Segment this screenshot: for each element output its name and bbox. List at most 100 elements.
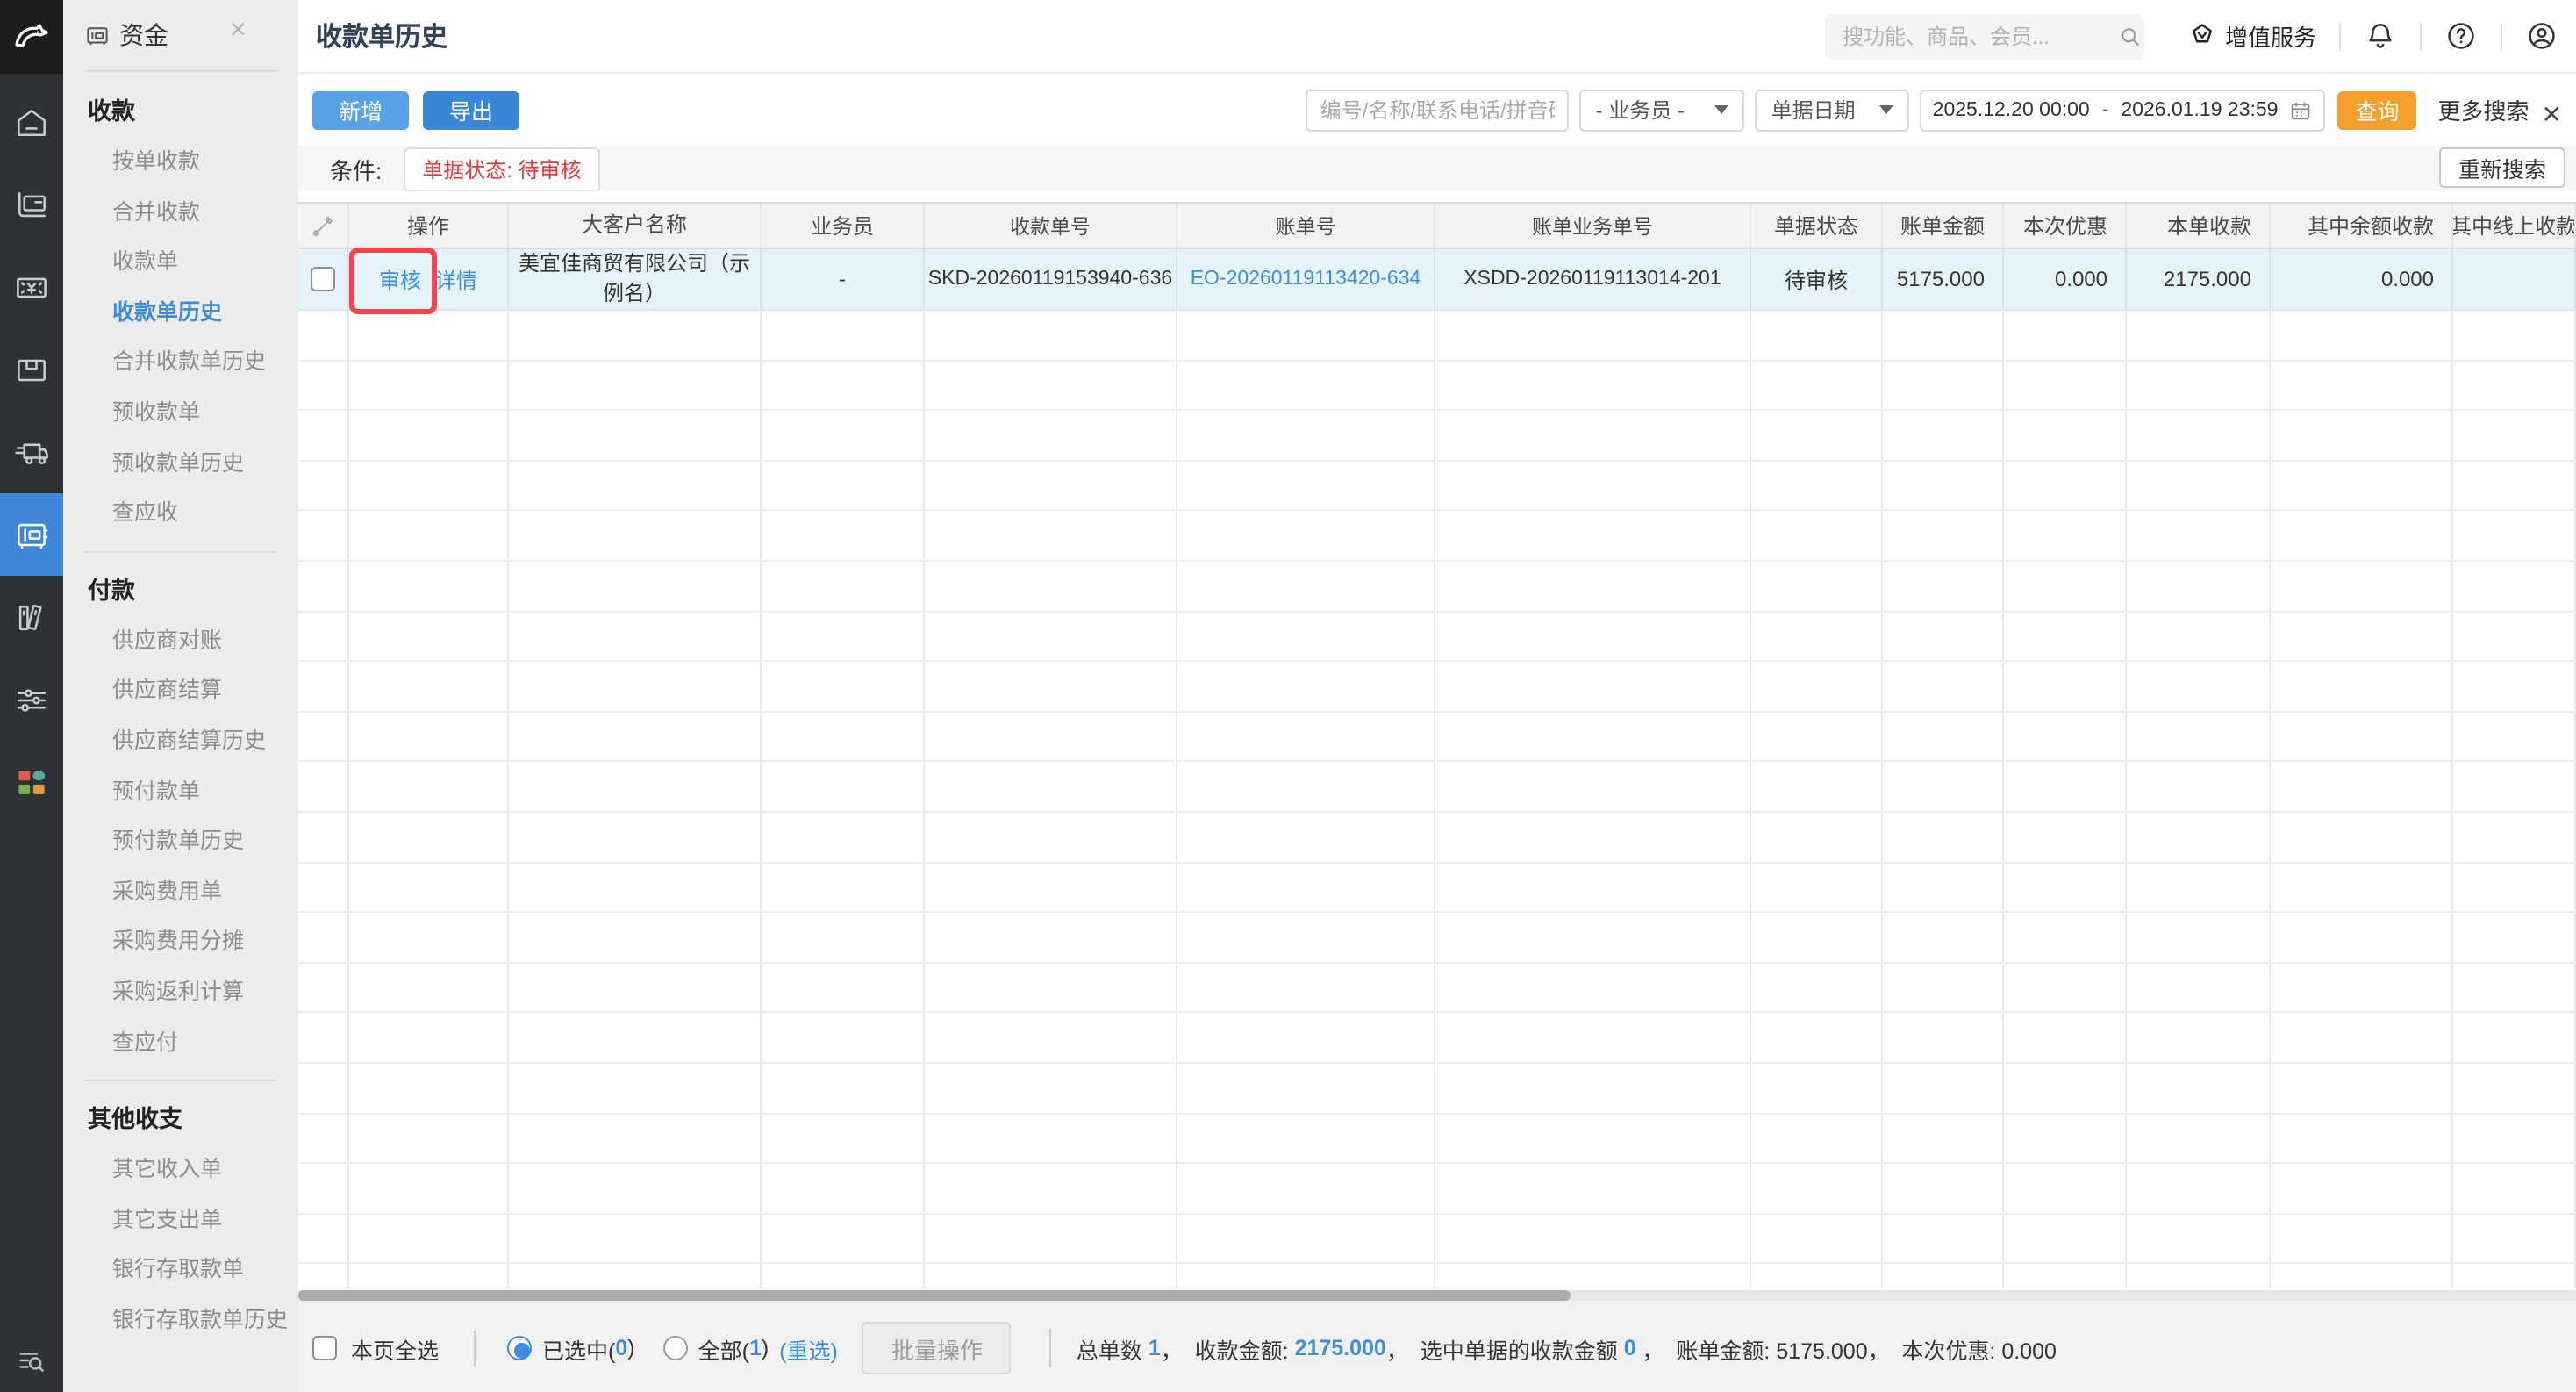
sidebar-item-按单收款[interactable]: 按单收款 xyxy=(63,137,298,187)
checkbox-cell xyxy=(298,249,349,309)
condition-chip[interactable]: 单据状态: 待审核 xyxy=(403,147,601,190)
sidebar-sections: 收款 按单收款 合并收款 收款单 收款单历史 合并收款单历史 预收款单 预收款单历史 查应收 付款… xyxy=(63,72,298,1345)
sidebar-item-银行存取款单[interactable]: 银行存取款单 xyxy=(63,1245,298,1295)
settings-icon[interactable] xyxy=(0,658,63,741)
sidebar-item-预付款单[interactable]: 预付款单 xyxy=(63,766,298,816)
sidebar-item-供应商对账[interactable]: 供应商对账 xyxy=(63,616,298,666)
receipt-history-table: 操作 大客户名称 业务员 收款单号 账单号 账单业务单号 单据状态 账单金额 本次优惠 本单收款其… xyxy=(298,202,2576,1288)
cell-bill_amount: 5175.000 xyxy=(1883,249,2004,309)
date-from[interactable]: 2025.12.20 00:00 xyxy=(1933,99,2090,120)
salesman-select-value: - 业务员 - xyxy=(1595,98,1685,123)
sidebar-item-采购费用单[interactable]: 采购费用单 xyxy=(63,866,298,916)
orders-icon[interactable] xyxy=(0,163,63,246)
date-type-select[interactable]: 单据日期 xyxy=(1755,89,1910,131)
global-search-input[interactable] xyxy=(1838,22,2118,50)
all-radio-option[interactable]: 全部(1) xyxy=(662,1331,769,1365)
radio-selected-icon[interactable] xyxy=(507,1336,533,1360)
table-row-empty xyxy=(298,1013,2576,1064)
sidebar-item-预收款单[interactable]: 预收款单 xyxy=(63,388,298,438)
sidebar-item-查应付[interactable]: 查应付 xyxy=(63,1017,298,1067)
sidebar-item-预付款单历史[interactable]: 预付款单历史 xyxy=(63,816,298,866)
account-icon[interactable] xyxy=(2525,19,2558,53)
table-row-empty xyxy=(298,361,2576,412)
table-row-empty xyxy=(298,913,2576,964)
column-header: 账单金额 xyxy=(1883,204,2004,248)
sidebar-item-查应收[interactable]: 查应收 xyxy=(63,488,298,538)
keyword-input[interactable] xyxy=(1306,89,1570,131)
global-search-box[interactable] xyxy=(1824,13,2144,59)
divider xyxy=(2501,22,2502,50)
main-area: 收款单历史 增值服务 xyxy=(298,0,2576,1392)
close-icon[interactable]: ✕ xyxy=(2542,100,2562,130)
salesman-select[interactable]: - 业务员 - xyxy=(1579,89,1745,131)
select-all-checkbox[interactable] xyxy=(312,1336,337,1360)
value-service-button[interactable]: 增值服务 xyxy=(2186,19,2316,53)
sidebar-item-银行存取款单历史[interactable]: 银行存取款单历史 xyxy=(63,1295,298,1345)
date-to[interactable]: 2026.01.19 23:59 xyxy=(2121,99,2278,120)
table-row-empty xyxy=(298,762,2576,813)
search-menu-icon[interactable] xyxy=(0,1343,63,1378)
row-checkbox[interactable] xyxy=(311,267,335,291)
date-separator: - xyxy=(2101,99,2109,120)
help-icon[interactable] xyxy=(2444,19,2478,53)
app-logo[interactable] xyxy=(0,0,63,74)
selected-radio-option[interactable]: 已选中(0) xyxy=(507,1331,635,1365)
sidebar-item-供应商结算[interactable]: 供应商结算 xyxy=(63,666,298,716)
sidebar-item-收款单历史[interactable]: 收款单历史 xyxy=(63,288,298,338)
table-row-empty xyxy=(298,411,2576,462)
reselect-link[interactable]: (重选) xyxy=(779,1331,838,1365)
sidebar-item-供应商结算历史[interactable]: 供应商结算历史 xyxy=(63,716,298,766)
sidebar-item-其它收入单[interactable]: 其它收入单 xyxy=(63,1144,298,1195)
delivery-icon[interactable] xyxy=(0,411,63,493)
research-button[interactable]: 重新搜索 xyxy=(2438,147,2565,188)
table-row-empty xyxy=(298,1164,2576,1215)
horizontal-scrollbar[interactable] xyxy=(298,1290,2576,1301)
sidebar-item-预收款单历史[interactable]: 预收款单历史 xyxy=(63,438,298,488)
cell-balance_received: 0.000 xyxy=(2271,249,2453,309)
funds-icon[interactable] xyxy=(0,493,63,576)
date-range-picker[interactable]: 2025.12.20 00:00 - 2026.01.19 23:59 xyxy=(1920,89,2326,131)
column-header: 本次优惠 xyxy=(2004,204,2127,248)
notifications-bell-icon[interactable] xyxy=(2364,19,2397,53)
detail-link[interactable]: 详情 xyxy=(435,264,477,294)
money-icon[interactable] xyxy=(0,246,63,328)
search-icon[interactable] xyxy=(2118,24,2143,48)
column-header: 账单业务单号 xyxy=(1435,204,1751,248)
sidebar-item-其它支出单[interactable]: 其它支出单 xyxy=(63,1195,298,1245)
chevron-down-icon xyxy=(1714,105,1729,114)
apps-icon[interactable] xyxy=(0,741,63,823)
column-header: 本单收款 xyxy=(2127,204,2271,248)
column-header: 收款单号 xyxy=(925,204,1177,248)
column-header: 业务员 xyxy=(762,204,925,248)
sidebar-item-采购返利计算[interactable]: 采购返利计算 xyxy=(63,967,298,1017)
bill-no-link[interactable]: EO-20260119113420-634 xyxy=(1191,269,1421,290)
sidebar-item-采购费用分摊[interactable]: 采购费用分摊 xyxy=(63,917,298,967)
batch-operation-button[interactable]: 批量操作 xyxy=(862,1322,1012,1374)
radio-unselected-icon[interactable] xyxy=(662,1336,688,1360)
column-settings-icon[interactable] xyxy=(298,204,349,248)
home-icon[interactable] xyxy=(0,81,63,163)
sidebar-item-合并收款单历史[interactable]: 合并收款单历史 xyxy=(63,338,298,388)
horizontal-scrollbar-thumb[interactable] xyxy=(298,1290,1571,1301)
reports-icon[interactable] xyxy=(0,576,63,658)
page-title: 收款单历史 xyxy=(316,23,448,53)
calendar-icon xyxy=(2292,101,2310,119)
cell-customer: 美宜佳商贸有限公司（示例名） xyxy=(509,249,762,309)
query-button[interactable]: 查询 xyxy=(2337,90,2417,129)
column-header: 其中余额收款 xyxy=(2271,204,2453,248)
table-row-empty xyxy=(298,863,2576,914)
add-button[interactable]: 新增 xyxy=(312,90,410,129)
inventory-icon[interactable] xyxy=(0,328,63,411)
sidebar-item-收款单[interactable]: 收款单 xyxy=(63,237,298,287)
more-search-link[interactable]: 更多搜索 xyxy=(2438,93,2529,126)
sidebar-section-divider xyxy=(84,1080,277,1082)
sidebar-item-合并收款[interactable]: 合并收款 xyxy=(63,187,298,237)
summary-value: 2175.000 xyxy=(1294,1336,1386,1360)
export-button[interactable]: 导出 xyxy=(423,90,520,129)
table-row-empty xyxy=(298,561,2576,613)
summary-text: ， 账单金额: 5175.000， 本次优惠: 0.000 xyxy=(1635,1338,2057,1363)
sidebar-close-icon[interactable]: × xyxy=(230,17,247,46)
sidebar-section-divider xyxy=(84,550,277,553)
selected-label: 已选中( xyxy=(542,1338,616,1363)
audit-link[interactable]: 审核 xyxy=(379,264,421,294)
